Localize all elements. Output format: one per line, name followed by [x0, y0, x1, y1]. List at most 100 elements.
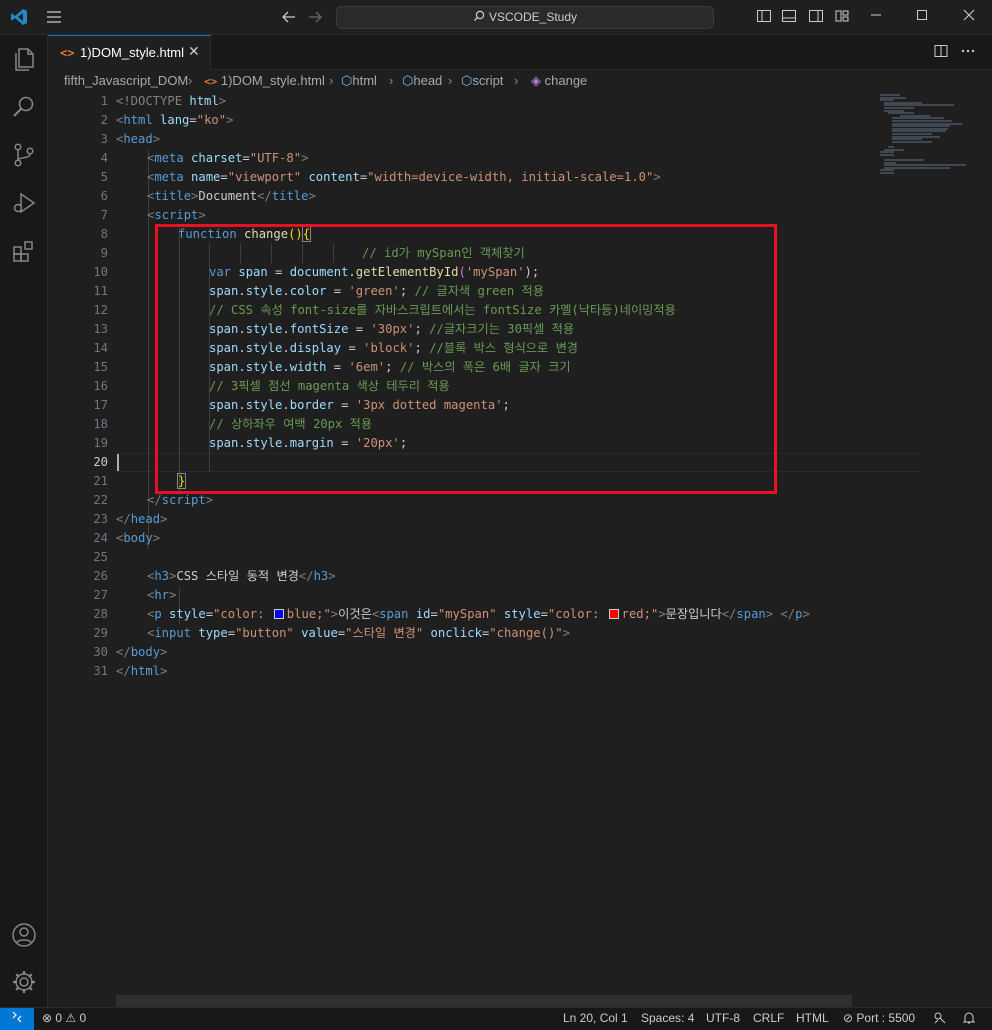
line-number: 12: [93, 303, 108, 317]
breadcrumb-script[interactable]: ⬡script: [461, 73, 503, 89]
line-number: 1: [100, 94, 108, 108]
close-tab-icon[interactable]: ✕: [188, 44, 200, 60]
settings-gear-icon[interactable]: [10, 968, 38, 996]
source-control-icon[interactable]: [10, 141, 38, 169]
explorer-icon[interactable]: [10, 45, 38, 73]
breadcrumb: fifth_Javascript_DOM › <> 1)DOM_style.ht…: [48, 70, 992, 92]
chevron-right-icon: ›: [448, 73, 453, 88]
accounts-icon[interactable]: [10, 921, 38, 949]
notifications-bell-icon[interactable]: [962, 1011, 976, 1028]
code-line: <meta charset="UTF-8">: [147, 151, 309, 165]
eol-setting[interactable]: CRLF: [753, 1011, 784, 1025]
cursor-position[interactable]: Ln 20, Col 1: [563, 1011, 628, 1025]
line-number: 18: [93, 417, 108, 431]
remote-icon[interactable]: [0, 1008, 34, 1030]
html-file-icon: <>: [204, 75, 218, 88]
html-file-icon: <>: [60, 46, 75, 60]
run-and-debug-icon[interactable]: [10, 189, 38, 217]
search-text: VSCODE_Study: [488, 10, 578, 24]
toggle-secondary-sidebar-icon[interactable]: [807, 8, 825, 26]
line-number: 24: [93, 531, 108, 545]
line-number: 2: [100, 113, 108, 127]
line-number: 29: [93, 626, 108, 640]
language-mode[interactable]: HTML: [796, 1011, 829, 1025]
code-line: <html lang="ko">: [116, 113, 234, 127]
maximize-button[interactable]: [899, 0, 945, 35]
encoding-setting[interactable]: UTF-8: [706, 1011, 740, 1025]
menu-icon[interactable]: [45, 8, 63, 26]
line-number: 22: [93, 493, 108, 507]
line-number: 15: [93, 360, 108, 374]
chevron-right-icon: ›: [389, 73, 394, 88]
line-number: 10: [93, 265, 108, 279]
toggle-panel-icon[interactable]: [780, 8, 798, 26]
status-bar: ⊗ 0 ⚠ 0 Ln 20, Col 1 Spaces: 4 UTF-8 CRL…: [0, 1007, 992, 1030]
problems-indicator[interactable]: ⊗ 0 ⚠ 0: [42, 1011, 86, 1025]
code-line: </head>: [116, 512, 168, 526]
chevron-right-icon: ›: [329, 73, 334, 88]
minimap[interactable]: [872, 92, 980, 1007]
more-actions-icon[interactable]: [961, 44, 975, 62]
horizontal-scrollbar[interactable]: [116, 995, 852, 1007]
line-number: 25: [93, 550, 108, 564]
code-line: <head>: [116, 132, 161, 146]
line-number: 3: [100, 132, 108, 146]
code-line: </html>: [116, 664, 168, 678]
vscode-logo-icon[interactable]: [10, 8, 28, 26]
minimap-line: [880, 172, 894, 174]
code-line: <script>: [147, 208, 206, 222]
breadcrumb-folder[interactable]: fifth_Javascript_DOM: [64, 73, 188, 88]
breadcrumb-head[interactable]: ⬡head: [402, 73, 442, 89]
editor-tab-bar: <> 1)DOM_style.html ✕: [48, 35, 992, 70]
chevron-right-icon: ›: [188, 73, 193, 88]
line-number: 30: [93, 645, 108, 659]
code-line: <meta name="viewport" content="width=dev…: [147, 170, 661, 184]
line-number: 6: [100, 189, 108, 203]
line-number: 20: [93, 455, 108, 469]
line-number: 31: [93, 664, 108, 678]
search-icon: [474, 10, 485, 21]
line-number: 16: [93, 379, 108, 393]
customize-layout-icon[interactable]: [833, 8, 851, 26]
line-number: 26: [93, 569, 108, 583]
chevron-right-icon: ›: [514, 73, 519, 88]
command-center-search[interactable]: VSCODE_Study: [336, 6, 714, 29]
search-activity-icon[interactable]: [10, 93, 38, 121]
tab-dom-style-html[interactable]: <> 1)DOM_style.html ✕: [48, 35, 211, 70]
line-number: 11: [93, 284, 108, 298]
color-swatch-red[interactable]: [608, 609, 619, 619]
close-window-button[interactable]: [946, 0, 992, 35]
back-arrow-icon[interactable]: [280, 8, 298, 26]
line-number: 23: [93, 512, 108, 526]
toggle-primary-sidebar-icon[interactable]: [755, 8, 773, 26]
line-number: 21: [93, 474, 108, 488]
breadcrumb-html[interactable]: ⬡html: [341, 73, 377, 89]
feedback-icon[interactable]: [933, 1011, 947, 1028]
split-editor-icon[interactable]: [934, 44, 948, 62]
activity-bar: [0, 35, 48, 1007]
element-icon: ⬡: [461, 73, 473, 88]
live-server-port[interactable]: ⊘ Port : 5500: [843, 1011, 915, 1025]
line-number: 14: [93, 341, 108, 355]
code-line: <input type="button" value="스타일 변경" oncl…: [147, 626, 570, 640]
minimap-line: [892, 140, 932, 143]
extensions-icon[interactable]: [10, 237, 38, 265]
method-cube-icon: ◈: [531, 73, 541, 88]
color-swatch-blue[interactable]: [273, 609, 284, 619]
forward-arrow-icon[interactable]: [306, 8, 324, 26]
code-line: <h3>CSS 스타일 동적 변경</h3>: [147, 569, 336, 583]
breadcrumb-file[interactable]: <> 1)DOM_style.html: [204, 73, 325, 88]
line-number: 8: [100, 227, 108, 241]
line-number: 17: [93, 398, 108, 412]
breadcrumb-change[interactable]: ◈ change: [531, 73, 587, 89]
code-line: <hr>: [147, 588, 177, 602]
line-number: 28: [93, 607, 108, 621]
code-line: <!DOCTYPE html>: [116, 94, 227, 108]
code-line: <p style="color: blue;">이것은<span id="myS…: [147, 607, 810, 621]
code-line: <body>: [116, 531, 161, 545]
minimap-line: [880, 153, 894, 156]
minimize-button[interactable]: [853, 0, 899, 35]
indentation-setting[interactable]: Spaces: 4: [641, 1011, 694, 1025]
tab-label: 1)DOM_style.html: [80, 45, 185, 60]
element-icon: ⬡: [341, 73, 353, 88]
